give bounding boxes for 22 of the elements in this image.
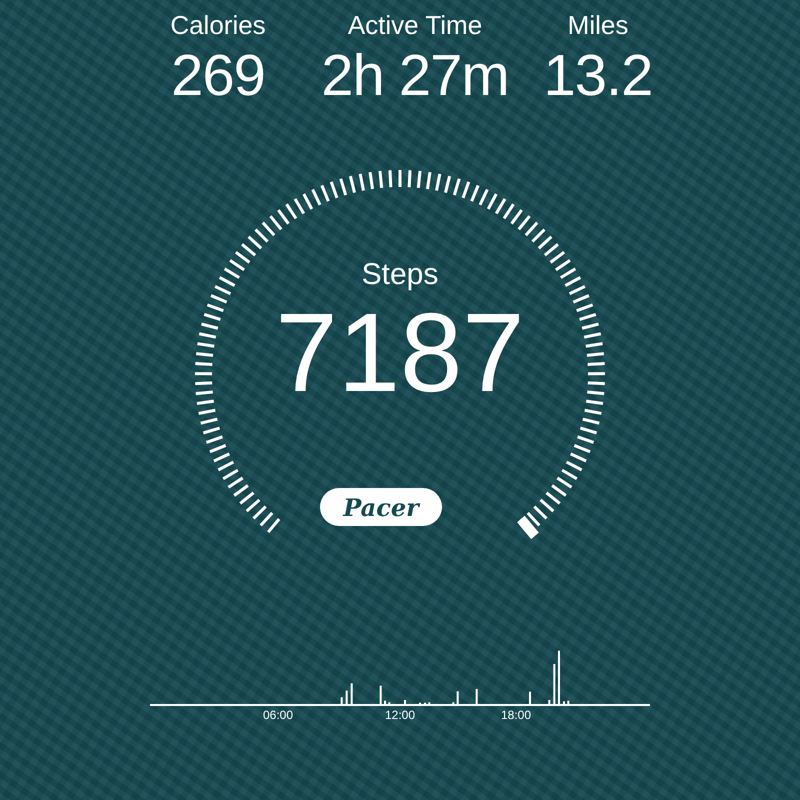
stat-value: 13.2 bbox=[544, 42, 652, 110]
stat-label: Active Time bbox=[348, 9, 482, 42]
histogram-bar bbox=[553, 664, 556, 704]
histogram-bar bbox=[456, 691, 459, 704]
histogram-bar bbox=[340, 697, 343, 704]
histogram-bar bbox=[346, 690, 348, 704]
stat-value: 269 bbox=[171, 42, 265, 110]
time-axis-label: 12:00 bbox=[384, 708, 416, 722]
histogram-bar bbox=[567, 700, 570, 704]
steps-label: Steps bbox=[362, 257, 438, 293]
gauge-marker-icon bbox=[517, 516, 539, 540]
time-axis-label: 06:00 bbox=[262, 708, 294, 722]
histogram-bar bbox=[380, 686, 382, 704]
stat-value: 2h 27m bbox=[321, 42, 509, 110]
stat-label: Calories bbox=[170, 9, 266, 42]
stat-label: Miles bbox=[568, 9, 628, 42]
steps-count: 7187 bbox=[275, 293, 525, 413]
histogram-bar bbox=[548, 700, 550, 704]
time-axis-label: 18:00 bbox=[500, 708, 532, 722]
logo-button[interactable]: Pacer bbox=[320, 488, 442, 526]
histogram-bar bbox=[476, 689, 478, 704]
histogram-bar bbox=[350, 683, 353, 704]
